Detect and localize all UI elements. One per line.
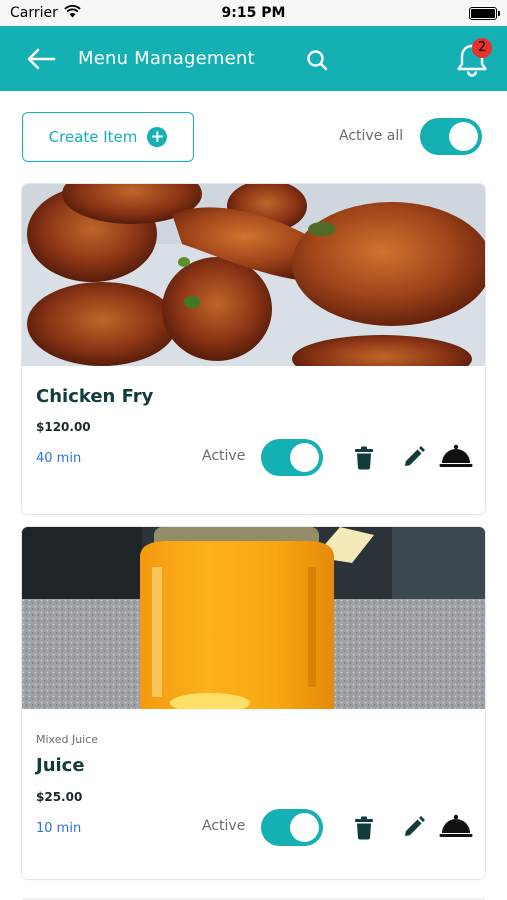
create-item-label: Create Item — [48, 128, 138, 146]
app-header: Menu Management 2 — [0, 26, 507, 91]
item-category: Mixed Juice — [36, 733, 99, 746]
edit-button[interactable] — [400, 813, 428, 841]
edit-icon — [405, 446, 425, 466]
item-active-label: Active — [202, 448, 246, 464]
trash-icon — [355, 446, 373, 470]
page-title: Menu Management — [78, 48, 255, 69]
delete-button[interactable] — [350, 814, 378, 842]
carrier-label: Carrier — [10, 5, 58, 21]
item-image — [22, 184, 485, 366]
menu-list: Create Item + Active all Chicken Fry $12… — [0, 91, 507, 900]
delete-button[interactable] — [350, 444, 378, 472]
serve-button[interactable] — [439, 442, 473, 470]
dish-cover-icon — [439, 444, 473, 467]
active-all-label: Active all — [339, 128, 404, 144]
item-price: $120.00 — [36, 420, 91, 434]
search-icon — [307, 50, 328, 71]
item-price: $25.00 — [36, 790, 83, 804]
item-details: Mixed Juice Juice $25.00 10 min Active — [36, 709, 473, 879]
item-details: Chicken Fry $120.00 40 min Active — [36, 366, 473, 514]
battery-icon — [469, 6, 500, 20]
notification-badge: 2 — [472, 38, 492, 58]
item-name: Juice — [36, 755, 85, 776]
edit-icon — [405, 816, 425, 836]
item-active-toggle[interactable] — [261, 439, 323, 476]
item-prep-time: 40 min — [36, 451, 82, 466]
item-prep-time: 10 min — [36, 821, 82, 836]
item-image — [22, 527, 485, 709]
trash-icon — [355, 816, 373, 840]
wifi-icon — [64, 4, 81, 22]
item-active-toggle[interactable] — [261, 809, 323, 846]
menu-item-card[interactable]: Mixed Juice Juice $25.00 10 min Active — [22, 527, 485, 879]
dish-cover-icon — [439, 814, 473, 837]
back-button[interactable] — [24, 44, 58, 74]
back-arrow-icon — [27, 48, 56, 70]
item-active-label: Active — [202, 818, 246, 834]
active-all-toggle[interactable] — [420, 118, 482, 155]
status-left: Carrier — [10, 4, 81, 22]
notifications-button[interactable]: 2 — [454, 38, 494, 78]
item-name: Chicken Fry — [36, 386, 154, 407]
menu-item-card[interactable]: Chicken Fry $120.00 40 min Active — [22, 184, 485, 514]
plus-icon: + — [147, 127, 168, 147]
search-button[interactable] — [302, 45, 332, 75]
create-item-button[interactable]: Create Item + — [22, 112, 194, 162]
serve-button[interactable] — [439, 812, 473, 840]
edit-button[interactable] — [400, 443, 428, 471]
status-bar: Carrier 9:15 PM — [0, 0, 507, 26]
